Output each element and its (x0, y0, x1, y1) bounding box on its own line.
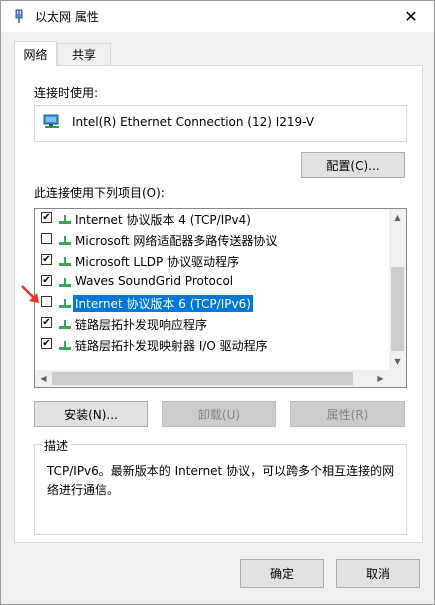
close-icon: ✕ (404, 7, 418, 26)
close-button[interactable]: ✕ (388, 1, 434, 32)
components-list[interactable]: ✔ Internet 协议版本 4 (TCP/IPv4) Microsoft 网… (34, 208, 407, 388)
network-protocol-icon (59, 257, 71, 266)
connect-using-label: 连接时使用: (34, 86, 99, 100)
configure-button[interactable]: 配置(C)... (301, 152, 405, 178)
item-label: Waves SoundGrid Protocol (75, 274, 234, 288)
properties-button[interactable]: 属性(R) (290, 401, 405, 427)
horizontal-scrollbar[interactable]: ◀ ▶ (35, 370, 406, 387)
list-item-selected[interactable]: Internet 协议版本 6 (TCP/IPv6) (35, 293, 385, 313)
tab-sharing[interactable]: 共享 (57, 43, 111, 65)
item-label: Internet 协议版本 4 (TCP/IPv4) (75, 213, 251, 227)
network-protocol-icon (59, 278, 71, 287)
properties-dialog: 以太网 属性 ✕ 网络 共享 连接时使用: Intel(R) Ethernet … (0, 0, 435, 605)
item-checkbox[interactable]: ✔ (41, 338, 52, 349)
item-label: Internet 协议版本 6 (TCP/IPv6) (73, 295, 253, 312)
install-button-label: 安装(N)... (64, 407, 118, 422)
network-protocol-icon (59, 236, 71, 245)
properties-button-label: 属性(R) (326, 407, 369, 422)
network-adapter-icon (43, 114, 59, 128)
description-text: TCP/IPv6。最新版本的 Internet 协议，可以跨多个相互连接的网络进… (47, 464, 395, 497)
ok-button-label: 确定 (269, 567, 294, 581)
items-label: 此连接使用下列项目(O): (34, 186, 165, 200)
list-item[interactable]: ✔ Microsoft LLDP 协议驱动程序 (35, 251, 385, 271)
network-protocol-icon (59, 320, 71, 329)
tab-network-label: 网络 (23, 47, 48, 62)
cancel-button[interactable]: 取消 (336, 559, 420, 588)
network-protocol-icon (59, 215, 71, 224)
horizontal-scroll-thumb[interactable] (52, 372, 353, 385)
network-adapter-icon (15, 9, 23, 23)
vertical-scroll-thumb[interactable] (391, 267, 404, 351)
red-arrow-annotation-icon (21, 285, 39, 303)
list-item[interactable]: ✔ 链路层拓扑发现映射器 I/O 驱动程序 (35, 335, 385, 355)
scroll-left-icon[interactable]: ◀ (35, 370, 52, 387)
description-group: 描述 TCP/IPv6。最新版本的 Internet 协议，可以跨多个相互连接的… (34, 437, 407, 535)
tab-sharing-label: 共享 (71, 48, 96, 62)
adapter-box: Intel(R) Ethernet Connection (12) I219-V (34, 105, 407, 142)
vertical-scrollbar[interactable]: ▲ ▼ (389, 209, 406, 370)
item-checkbox[interactable]: ✔ (41, 317, 52, 328)
item-label: Microsoft 网络适配器多路传送器协议 (75, 234, 278, 248)
tab-network[interactable]: 网络 (14, 41, 57, 66)
scroll-down-icon[interactable]: ▼ (389, 353, 406, 370)
list-item[interactable]: ✔ 链路层拓扑发现响应程序 (35, 314, 385, 334)
adapter-name: Intel(R) Ethernet Connection (12) I219-V (72, 115, 315, 129)
description-title: 描述 (42, 437, 71, 454)
ok-button[interactable]: 确定 (240, 559, 324, 588)
list-item[interactable]: ✔ Internet 协议版本 4 (TCP/IPv4) (35, 209, 385, 229)
list-item[interactable]: Microsoft 网络适配器多路传送器协议 (35, 230, 385, 250)
item-label: Microsoft LLDP 协议驱动程序 (75, 255, 240, 269)
scroll-right-icon[interactable]: ▶ (372, 370, 389, 387)
uninstall-button[interactable]: 卸载(U) (162, 401, 276, 427)
network-protocol-icon (59, 341, 71, 350)
item-label: 链路层拓扑发现响应程序 (75, 318, 208, 332)
title-bar: 以太网 属性 ✕ (1, 1, 434, 32)
configure-button-label: 配置(C)... (326, 158, 380, 173)
scroll-up-icon[interactable]: ▲ (389, 209, 406, 226)
install-button[interactable]: 安装(N)... (34, 401, 148, 427)
list-item[interactable]: ✔ Waves SoundGrid Protocol (35, 272, 385, 292)
item-checkbox[interactable] (41, 296, 52, 307)
window-title: 以太网 属性 (35, 10, 99, 24)
network-tab-panel: 连接时使用: Intel(R) Ethernet Connection (12)… (14, 65, 423, 543)
item-label: 链路层拓扑发现映射器 I/O 驱动程序 (75, 339, 268, 353)
item-checkbox[interactable]: ✔ (41, 212, 52, 223)
cancel-button-label: 取消 (365, 567, 390, 581)
uninstall-button-label: 卸载(U) (197, 407, 241, 422)
item-checkbox[interactable]: ✔ (41, 254, 52, 265)
network-protocol-icon (59, 299, 71, 308)
item-checkbox[interactable]: ✔ (41, 275, 52, 286)
item-checkbox[interactable] (41, 233, 52, 244)
